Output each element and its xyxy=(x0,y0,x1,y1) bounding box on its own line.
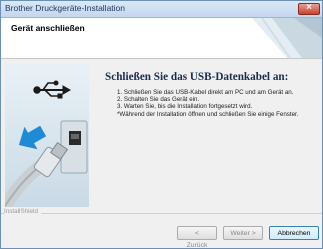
close-icon: × xyxy=(306,2,312,13)
page-title: Gerät anschließen xyxy=(11,23,85,33)
back-button[interactable]: < Zurück xyxy=(177,226,217,248)
installer-window: Brother Druckgeräte-Installation × Gerät… xyxy=(0,0,323,249)
next-button[interactable]: Weiter > xyxy=(223,226,263,240)
usb-cable-illustration-icon xyxy=(5,80,88,207)
content-area: Schließen Sie das USB-Datenkabel an: 1. … xyxy=(1,59,322,209)
installshield-label: InstallShield xyxy=(4,208,41,215)
instruction-note: *Während der Installation öffnen und sch… xyxy=(117,110,299,118)
header-decoration-icon xyxy=(252,18,322,58)
usb-illustration xyxy=(5,63,89,207)
instructions: 1. Schließen Sie das USB-Kabel direkt am… xyxy=(117,89,322,118)
footer-divider xyxy=(1,213,322,214)
main-heading: Schließen Sie das USB-Datenkabel an: xyxy=(105,71,289,83)
plug-in-arrow-icon xyxy=(18,125,47,150)
instruction-step-1: 1. Schließen Sie das USB-Kabel direkt am… xyxy=(117,89,294,96)
title-bar[interactable]: Brother Druckgeräte-Installation × xyxy=(1,1,322,18)
usb-symbol-icon xyxy=(33,80,72,99)
page-header: Gerät anschließen xyxy=(1,18,322,59)
instruction-step-3: 3. Warten Sie, bis die Installation fort… xyxy=(117,103,253,111)
cancel-button[interactable]: Abbrechen xyxy=(269,226,319,240)
instruction-step-2: 2. Schalten Sie das Gerät ein. xyxy=(117,96,200,104)
close-button[interactable]: × xyxy=(298,2,320,15)
window-title: Brother Druckgeräte-Installation xyxy=(5,3,126,13)
